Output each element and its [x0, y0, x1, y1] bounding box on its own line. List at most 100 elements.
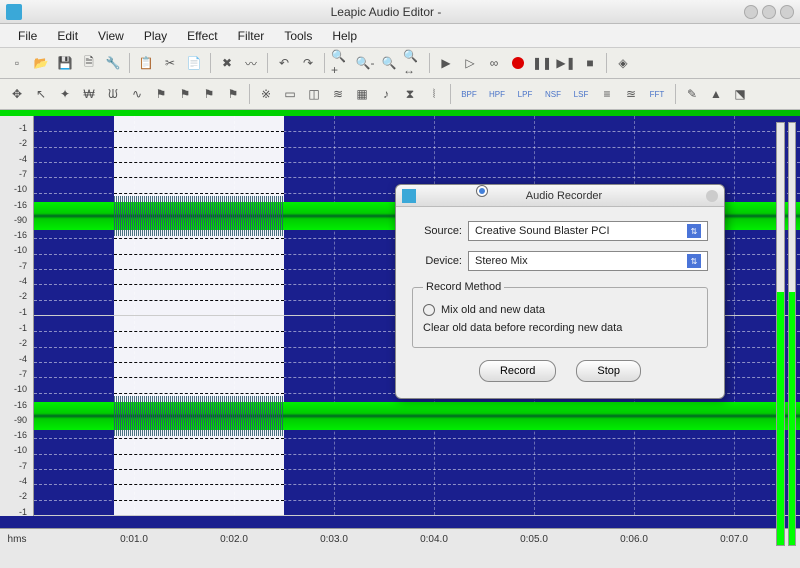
- time-tick: 0:02.0: [220, 534, 248, 545]
- eq2-icon[interactable]: ≊: [620, 83, 642, 105]
- menu-help[interactable]: Help: [322, 26, 367, 46]
- lpf-icon[interactable]: LPF: [512, 83, 538, 105]
- window-title: Leapic Audio Editor -: [28, 5, 744, 19]
- lsf-icon[interactable]: LSF: [568, 83, 594, 105]
- radio-clear-label: Clear old data before recording new data: [423, 322, 622, 334]
- eq1-icon[interactable]: ≡: [596, 83, 618, 105]
- tool3-icon[interactable]: ⬔: [729, 83, 751, 105]
- fx2-icon[interactable]: ▭: [279, 83, 301, 105]
- menu-file[interactable]: File: [8, 26, 47, 46]
- dialog-close-button[interactable]: [706, 190, 718, 202]
- stop-button[interactable]: Stop: [576, 360, 641, 382]
- time-tick: 0:01.0: [120, 534, 148, 545]
- flag3-icon[interactable]: ⚑: [198, 83, 220, 105]
- minimize-button[interactable]: [744, 5, 758, 19]
- fx4-icon[interactable]: ≋: [327, 83, 349, 105]
- paste-icon[interactable]: 📄: [183, 52, 205, 74]
- menu-play[interactable]: Play: [134, 26, 177, 46]
- time-tick: 0:07.0: [720, 534, 748, 545]
- wave2-icon[interactable]: ᙎ: [102, 83, 124, 105]
- menu-filter[interactable]: Filter: [228, 26, 275, 46]
- meter-left: [776, 122, 785, 546]
- device-select[interactable]: Stereo Mix ⇅: [468, 251, 708, 271]
- next-icon[interactable]: ▶❚: [555, 52, 577, 74]
- zoom-in-icon[interactable]: 🔍+: [330, 52, 352, 74]
- flag2-icon[interactable]: ⚑: [174, 83, 196, 105]
- radio-mix[interactable]: Mix old and new data: [423, 301, 697, 319]
- stop-icon[interactable]: ■: [579, 52, 601, 74]
- db-ruler: -1-2-4-7-10-16-90-16-10-7-4-2-1-1-2-4-7-…: [0, 116, 34, 516]
- fx3-icon[interactable]: ◫: [303, 83, 325, 105]
- record-button[interactable]: Record: [479, 360, 556, 382]
- pointer-icon[interactable]: ↖: [30, 83, 52, 105]
- fx7-icon[interactable]: ⧗: [399, 83, 421, 105]
- source-value: Creative Sound Blaster PCI: [475, 225, 610, 237]
- fx5-icon[interactable]: ▦: [351, 83, 373, 105]
- properties-icon[interactable]: 🔧: [102, 52, 124, 74]
- flag4-icon[interactable]: ⚑: [222, 83, 244, 105]
- zoom-out-icon[interactable]: 🔍-: [354, 52, 376, 74]
- menu-tools[interactable]: Tools: [274, 26, 322, 46]
- menu-effect[interactable]: Effect: [177, 26, 227, 46]
- source-label: Source:: [412, 225, 462, 237]
- menu-edit[interactable]: Edit: [47, 26, 88, 46]
- dialog-icon: [402, 189, 416, 203]
- close-button[interactable]: [780, 5, 794, 19]
- menu-view[interactable]: View: [88, 26, 134, 46]
- radio-icon: [423, 304, 435, 316]
- redo-icon[interactable]: ↷: [297, 52, 319, 74]
- radio-icon: [476, 185, 488, 197]
- cut-icon[interactable]: ✂: [159, 52, 181, 74]
- chevron-updown-icon: ⇅: [687, 224, 701, 238]
- help-icon[interactable]: ◈: [612, 52, 634, 74]
- record-icon[interactable]: [507, 52, 529, 74]
- zoom-sel-icon[interactable]: 🔍: [378, 52, 400, 74]
- tool1-icon[interactable]: ✎: [681, 83, 703, 105]
- open-icon[interactable]: 📂: [30, 52, 52, 74]
- maximize-button[interactable]: [762, 5, 776, 19]
- play-icon[interactable]: ▶: [435, 52, 457, 74]
- chevron-updown-icon: ⇅: [687, 254, 701, 268]
- fft-icon[interactable]: FFT: [644, 83, 670, 105]
- copy-icon[interactable]: 📋: [135, 52, 157, 74]
- pause-icon[interactable]: ❚❚: [531, 52, 553, 74]
- time-unit-label: hms: [0, 529, 34, 550]
- device-label: Device:: [412, 255, 462, 267]
- time-tick: 0:06.0: [620, 534, 648, 545]
- play-section-icon[interactable]: ▷: [459, 52, 481, 74]
- time-tick: 0:03.0: [320, 534, 348, 545]
- wave1-icon[interactable]: ₩: [78, 83, 100, 105]
- hpf-icon[interactable]: HPF: [484, 83, 510, 105]
- trim-icon[interactable]: 〰: [240, 52, 262, 74]
- flag1-icon[interactable]: ⚑: [150, 83, 172, 105]
- title-bar: Leapic Audio Editor -: [0, 0, 800, 24]
- wave3-icon[interactable]: ∿: [126, 83, 148, 105]
- select-icon[interactable]: ✥: [6, 83, 28, 105]
- delete-icon[interactable]: ✖: [216, 52, 238, 74]
- fx6-icon[interactable]: ♪: [375, 83, 397, 105]
- record-method-group: Record Method Mix old and new data Clear…: [412, 281, 708, 348]
- audio-recorder-dialog: Audio Recorder Source: Creative Sound Bl…: [395, 184, 725, 399]
- new-icon[interactable]: ▫: [6, 52, 28, 74]
- loop-icon[interactable]: ∞: [483, 52, 505, 74]
- time-ruler[interactable]: hms 0:01.00:02.00:03.00:04.00:05.00:06.0…: [0, 528, 800, 550]
- fx1-icon[interactable]: ※: [255, 83, 277, 105]
- marker-icon[interactable]: ✦: [54, 83, 76, 105]
- radio-clear[interactable]: Clear old data before recording new data: [423, 319, 697, 337]
- bpf-icon[interactable]: BPF: [456, 83, 482, 105]
- source-select[interactable]: Creative Sound Blaster PCI ⇅: [468, 221, 708, 241]
- save-icon[interactable]: 💾: [54, 52, 76, 74]
- tool2-icon[interactable]: ▲: [705, 83, 727, 105]
- device-value: Stereo Mix: [475, 255, 528, 267]
- save-as-icon[interactable]: 🗎: [78, 52, 100, 74]
- time-tick: 0:04.0: [420, 534, 448, 545]
- app-icon: [6, 4, 22, 20]
- nsf-icon[interactable]: NSF: [540, 83, 566, 105]
- record-method-legend: Record Method: [423, 281, 504, 293]
- toolbar-primary: ▫📂💾🗎🔧 📋✂📄 ✖〰 ↶↷ 🔍+🔍-🔍🔍↔ ▶▷∞ ❚❚▶❚■ ◈: [0, 48, 800, 79]
- zoom-fit-icon[interactable]: 🔍↔: [402, 52, 424, 74]
- fx8-icon[interactable]: ⦚: [423, 83, 445, 105]
- dialog-titlebar[interactable]: Audio Recorder: [396, 185, 724, 207]
- dialog-title: Audio Recorder: [422, 190, 706, 202]
- undo-icon[interactable]: ↶: [273, 52, 295, 74]
